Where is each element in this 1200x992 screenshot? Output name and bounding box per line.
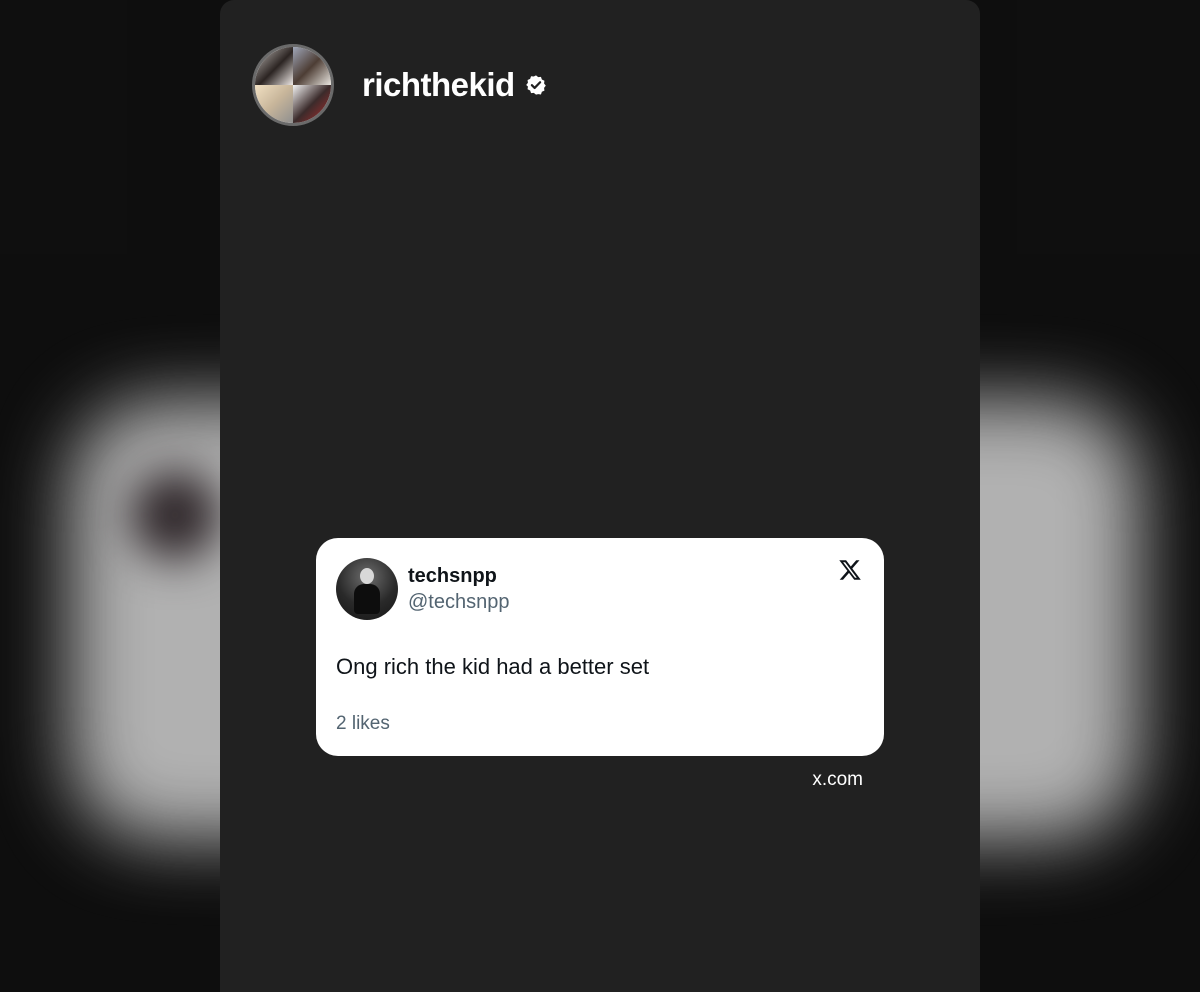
- tweet-text: Ong rich the kid had a better set: [336, 654, 650, 679]
- story-header: richthekid: [252, 44, 547, 126]
- x-logo-icon[interactable]: [838, 558, 862, 582]
- avatar-collage-tile: [293, 85, 331, 123]
- tweet-card[interactable]: techsnpp @techsnpp Ong rich the kid had …: [316, 538, 884, 756]
- avatar-figure-head: [360, 568, 374, 584]
- tweet-author-handle[interactable]: @techsnpp: [408, 591, 509, 614]
- screen: richthekid techsnpp @techsnpp Ong rich t…: [0, 0, 1200, 992]
- avatar-collage-tile: [293, 47, 331, 85]
- avatar-collage-tile: [255, 47, 293, 85]
- source-domain: x.com: [812, 769, 863, 790]
- story-panel: richthekid techsnpp @techsnpp Ong rich t…: [220, 0, 980, 992]
- avatar-figure-body: [354, 584, 380, 614]
- avatar-collage-tile: [255, 85, 293, 123]
- story-username[interactable]: richthekid: [362, 66, 515, 104]
- story-avatar[interactable]: [252, 44, 334, 126]
- tweet-like-count[interactable]: 2 likes: [336, 713, 390, 735]
- tweet-author-avatar[interactable]: [336, 558, 398, 620]
- verified-badge-icon: [525, 75, 546, 95]
- tweet-author-name[interactable]: techsnpp: [408, 565, 497, 588]
